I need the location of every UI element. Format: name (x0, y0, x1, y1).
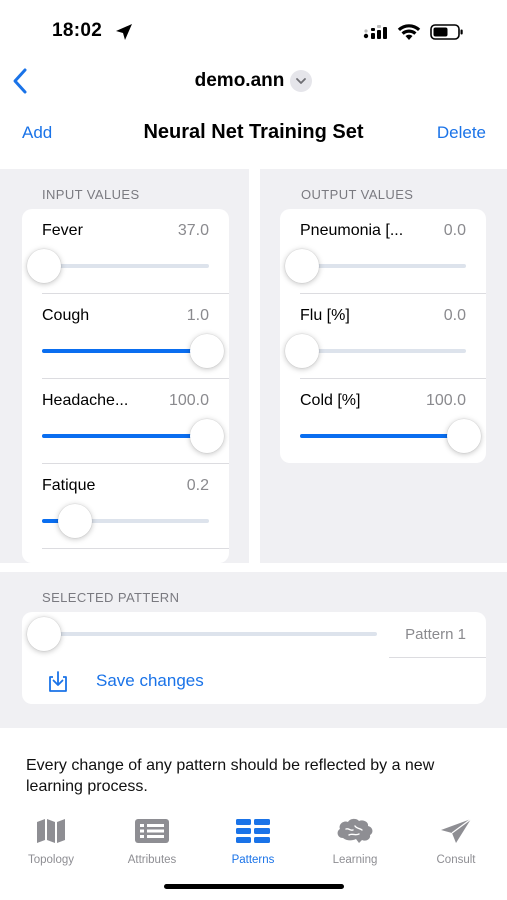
chevron-down-icon[interactable] (290, 70, 313, 92)
pneumonia-slider-thumb[interactable] (285, 249, 319, 283)
tab-attributes[interactable]: Attributes (107, 818, 197, 866)
tab-learning[interactable]: Learning (310, 818, 400, 866)
selected-pattern-heading: SELECTED PATTERN (42, 590, 180, 605)
brain-icon (337, 818, 373, 843)
output-row-pneumonia: Pneumonia [... 0.0 (280, 209, 486, 294)
fatique-slider-thumb[interactable] (58, 504, 93, 538)
output-value: 0.0 (443, 222, 466, 239)
tab-consult[interactable]: Consult (411, 818, 501, 866)
save-changes-button[interactable]: Save changes (22, 658, 486, 704)
delete-button[interactable]: Delete (437, 123, 486, 143)
tab-label: Topology (27, 854, 75, 866)
input-label: Fever (42, 222, 83, 239)
pattern-slider[interactable] (42, 632, 377, 636)
headache-slider[interactable] (42, 434, 209, 438)
save-changes-label: Save changes (96, 671, 204, 690)
headache-slider-thumb[interactable] (190, 419, 224, 453)
selected-pattern-panel: SELECTED PATTERN Pattern 1 Save changes (0, 572, 507, 728)
output-label: Flu [%] (300, 307, 350, 324)
flu-slider[interactable] (300, 349, 466, 353)
tab-label: Consult (436, 854, 476, 866)
location-arrow-icon (116, 24, 132, 40)
info-text: Every change of any pattern should be re… (26, 757, 435, 795)
input-values-list[interactable]: Fever 37.0 Cough 1.0 Headache... 100.0 F… (22, 209, 229, 563)
tab-label: Patterns (231, 854, 275, 866)
output-row-cold: Cold [%] 100.0 (280, 379, 486, 463)
input-row-headache: Headache... 100.0 (22, 379, 229, 464)
cellular-signal-icon (363, 25, 387, 39)
table-icon (236, 819, 270, 843)
input-value: 37.0 (177, 222, 209, 239)
cough-slider-thumb[interactable] (190, 334, 224, 368)
cough-slider[interactable] (42, 349, 209, 353)
output-values-list[interactable]: Pneumonia [... 0.0 Flu [%] 0.0 Cold [%] … (280, 209, 486, 463)
wifi-icon (397, 24, 421, 40)
input-label: Headache... (42, 392, 129, 409)
fever-slider[interactable] (42, 264, 209, 268)
input-label: Fatique (42, 477, 96, 494)
cold-slider[interactable] (300, 434, 466, 438)
output-value: 0.0 (443, 307, 466, 324)
input-values-heading: INPUT VALUES (42, 187, 140, 202)
selected-pattern-card: Pattern 1 Save changes (22, 612, 486, 704)
list-icon (135, 819, 169, 843)
pattern-slider-thumb[interactable] (27, 617, 61, 651)
tab-topology[interactable]: Topology (6, 818, 96, 866)
tab-patterns[interactable]: Patterns (208, 818, 298, 866)
output-values-panel: OUTPUT VALUES Pneumonia [... 0.0 Flu [%]… (260, 169, 507, 563)
tab-label: Learning (332, 854, 378, 866)
fever-slider-thumb[interactable] (27, 249, 61, 283)
pattern-name: Pattern 1 (405, 626, 466, 643)
battery-icon (430, 24, 463, 40)
input-label: Cough (42, 307, 90, 324)
download-icon (49, 671, 67, 692)
output-label: Pneumonia [... (300, 222, 404, 239)
input-row-cough: Cough 1.0 (22, 294, 229, 379)
input-row-fatique: Fatique 0.2 (22, 464, 229, 549)
input-value: 0.2 (186, 477, 209, 494)
input-row-fever: Fever 37.0 (22, 209, 229, 294)
document-title[interactable]: demo.ann (0, 70, 507, 92)
home-indicator (164, 884, 344, 889)
status-time: 18:02 (52, 20, 103, 41)
send-icon (441, 818, 472, 843)
page-title: Neural Net Training Set (143, 121, 364, 143)
output-label: Cold [%] (300, 392, 361, 409)
input-values-panel: INPUT VALUES Fever 37.0 Cough 1.0 Headac… (0, 169, 249, 563)
cold-slider-thumb[interactable] (447, 419, 481, 453)
pneumonia-slider[interactable] (300, 264, 466, 268)
input-value: 1.0 (186, 307, 209, 324)
output-values-heading: OUTPUT VALUES (301, 187, 414, 202)
document-title-label: demo.ann (194, 70, 285, 91)
map-icon (37, 819, 65, 843)
output-value: 100.0 (425, 392, 466, 409)
input-value: 100.0 (168, 392, 209, 409)
output-row-flu: Flu [%] 0.0 (280, 294, 486, 379)
flu-slider-thumb[interactable] (285, 334, 319, 368)
tab-label: Attributes (127, 854, 177, 866)
